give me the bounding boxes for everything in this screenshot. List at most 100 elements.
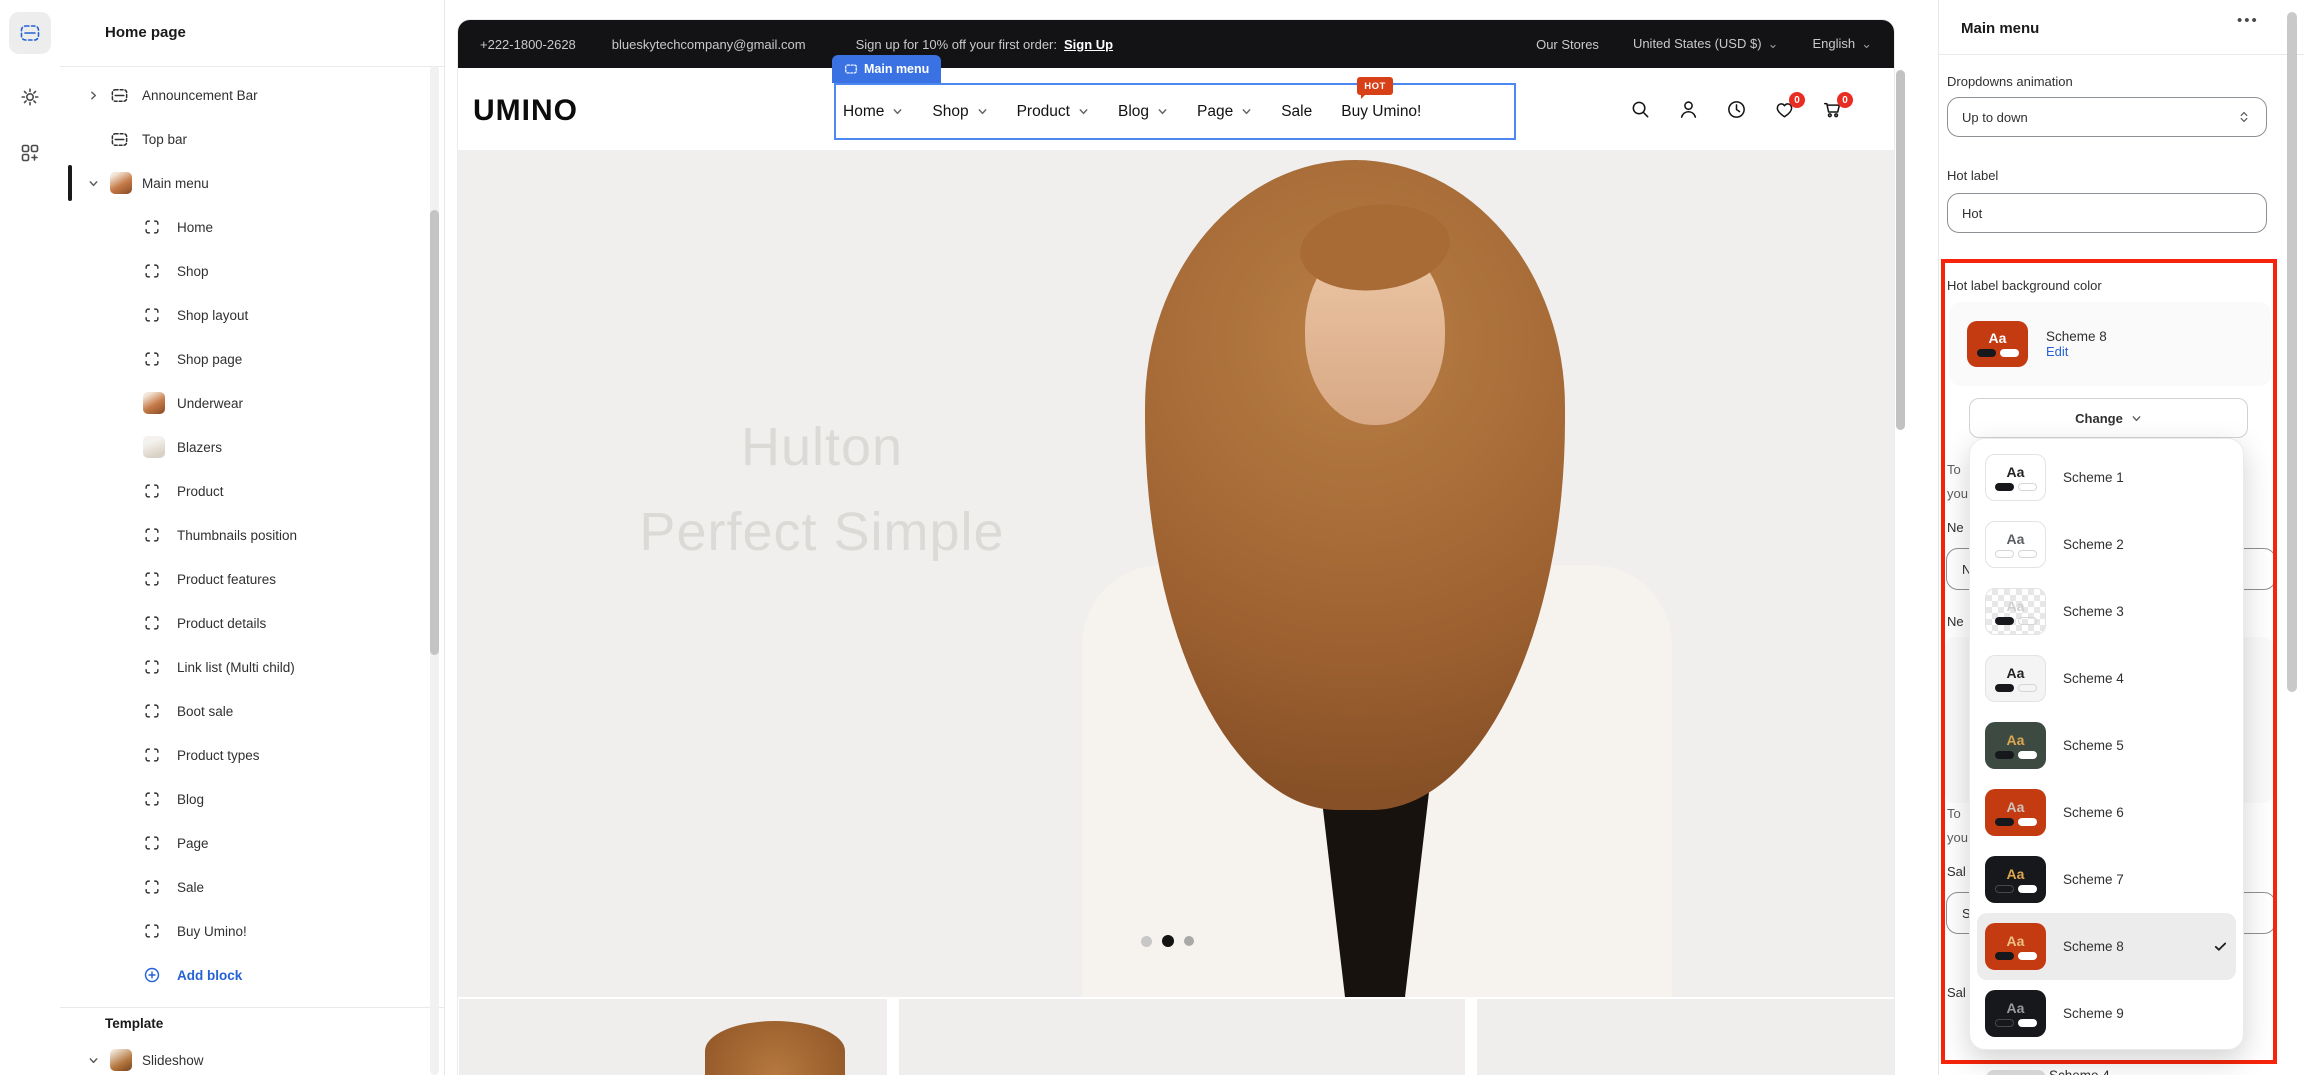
scheme-option-scheme-5[interactable]: AaScheme 5 xyxy=(1977,712,2236,779)
chevron-down-icon xyxy=(977,106,988,117)
chevron-down-icon[interactable] xyxy=(88,178,100,189)
tree-item-shop-page[interactable]: Shop page xyxy=(60,337,430,381)
sections-sidebar: Home page Announcement BarTop barMain me… xyxy=(60,0,445,1075)
divider xyxy=(60,1007,444,1008)
template-tree: Slideshow xyxy=(60,1038,430,1075)
theme-settings-button[interactable] xyxy=(13,80,47,114)
scheme-option-scheme-2[interactable]: AaScheme 2 xyxy=(1977,511,2236,578)
tree-item-label: Shop xyxy=(177,264,209,279)
hot-label-input[interactable]: Hot xyxy=(1947,193,2267,233)
tree-item-sale[interactable]: Sale xyxy=(60,865,430,909)
scheme-option-scheme-3[interactable]: AaScheme 3 xyxy=(1977,578,2236,645)
tree-item-slideshow[interactable]: Slideshow xyxy=(60,1038,430,1075)
preview-scrollbar[interactable] xyxy=(1896,70,1905,430)
panel-scrollbar[interactable] xyxy=(2287,12,2297,692)
next-section-card xyxy=(459,999,887,1075)
next-section-image xyxy=(705,1021,845,1075)
country-selector[interactable]: United States (USD $)⌄ xyxy=(1633,36,1779,52)
scheme-option-scheme-4[interactable]: AaScheme 4 xyxy=(1977,645,2236,712)
signup-link[interactable]: Sign Up xyxy=(1064,37,1113,52)
chevron-down-icon[interactable] xyxy=(88,1055,100,1066)
tree-item-shop-layout[interactable]: Shop layout xyxy=(60,293,430,337)
tree-item-underwear[interactable]: Underwear xyxy=(60,381,430,425)
nav-item-page[interactable]: Page xyxy=(1197,103,1252,121)
tree-item-announcement-bar[interactable]: Announcement Bar xyxy=(60,73,430,117)
scheme-swatch: Aa xyxy=(1985,722,2046,769)
nav-item-home[interactable]: Home xyxy=(843,103,903,121)
store-email[interactable]: blueskytechcompany@gmail.com xyxy=(612,37,806,52)
change-scheme-button[interactable]: Change xyxy=(1969,398,2248,438)
scheme-option-scheme-1[interactable]: AaScheme 1 xyxy=(1977,444,2236,511)
nav-item-label: Sale xyxy=(1281,103,1312,121)
obscured-help: you xyxy=(1947,486,1968,501)
tree-item-link-list-multi-child[interactable]: Link list (Multi child) xyxy=(60,645,430,689)
app-embeds-button[interactable] xyxy=(13,136,47,170)
scheme-option-scheme-6[interactable]: AaScheme 6 xyxy=(1977,779,2236,846)
nav-item-label: Shop xyxy=(932,103,968,121)
settings-panel: Main menu ••• Dropdowns animation Up to … xyxy=(1938,0,2304,1075)
tree-item-label: Shop layout xyxy=(177,308,248,323)
chevron-right-icon[interactable] xyxy=(88,90,100,101)
edit-scheme-link[interactable]: Edit xyxy=(2046,344,2107,359)
slide-dot-3[interactable] xyxy=(1184,936,1194,946)
tree-item-page[interactable]: Page xyxy=(60,821,430,865)
tree-item-product-types[interactable]: Product types xyxy=(60,733,430,777)
store-header-icons: 0 0 xyxy=(1630,99,1843,120)
scheme-swatch: Aa xyxy=(1985,454,2046,501)
scheme-option-label: Scheme 7 xyxy=(2063,872,2228,887)
section-icon xyxy=(110,86,129,105)
nav-item-label: Home xyxy=(843,103,884,121)
scheme-option-scheme-7[interactable]: AaScheme 7 xyxy=(1977,846,2236,913)
nav-item-buy-umino[interactable]: Buy Umino! xyxy=(1341,103,1421,121)
sections-tab-button[interactable] xyxy=(9,12,51,54)
search-icon[interactable] xyxy=(1630,99,1651,120)
nav-item-shop[interactable]: Shop xyxy=(932,103,987,121)
scheme-swatch: Aa xyxy=(1967,321,2028,367)
section-options-button[interactable]: ••• xyxy=(2237,12,2259,29)
tree-item-product-features[interactable]: Product features xyxy=(60,557,430,601)
tree-item-buy-umino[interactable]: Buy Umino! xyxy=(60,909,430,953)
scheme-option-scheme-8[interactable]: AaScheme 8 xyxy=(1977,913,2236,980)
slide-dot-2-active[interactable] xyxy=(1162,935,1174,947)
tree-item-product-details[interactable]: Product details xyxy=(60,601,430,645)
scheme-option-scheme-9[interactable]: AaScheme 9 xyxy=(1977,980,2236,1047)
tree-item-product[interactable]: Product xyxy=(60,469,430,513)
block-icon xyxy=(143,614,161,632)
recently-viewed-icon[interactable] xyxy=(1726,99,1747,120)
cart-icon[interactable]: 0 xyxy=(1822,99,1843,120)
block-icon xyxy=(143,834,161,852)
account-icon[interactable] xyxy=(1678,99,1699,120)
scheme-swatch: Aa xyxy=(1985,588,2046,635)
tree-item-label: Slideshow xyxy=(142,1053,204,1068)
tree-item-boot-sale[interactable]: Boot sale xyxy=(60,689,430,733)
tree-item-label: Home xyxy=(177,220,213,235)
nav-item-product[interactable]: Product xyxy=(1017,103,1089,121)
check-icon xyxy=(2213,939,2228,954)
slide-dot-1[interactable] xyxy=(1141,936,1152,947)
tree-item-shop[interactable]: Shop xyxy=(60,249,430,293)
nav-item-blog[interactable]: Blog xyxy=(1118,103,1168,121)
tree-item-main-menu[interactable]: Main menu xyxy=(60,161,430,205)
nav-item-sale[interactable]: Sale xyxy=(1281,103,1312,121)
chevron-down-icon xyxy=(1078,106,1089,117)
tree-item-blog[interactable]: Blog xyxy=(60,777,430,821)
our-stores-link[interactable]: Our Stores xyxy=(1536,37,1599,52)
chevron-down-icon xyxy=(1157,106,1168,117)
tree-item-thumbnails-position[interactable]: Thumbnails position xyxy=(60,513,430,557)
tree-item-add-block[interactable]: Add block xyxy=(60,953,430,997)
tree-item-home[interactable]: Home xyxy=(60,205,430,249)
store-phone[interactable]: +222-1800-2628 xyxy=(480,37,576,52)
divider xyxy=(60,66,444,67)
scheme-swatch: Aa xyxy=(1985,655,2046,702)
tree-item-top-bar[interactable]: Top bar xyxy=(60,117,430,161)
wishlist-icon[interactable]: 0 xyxy=(1774,99,1795,120)
block-icon xyxy=(143,218,161,236)
scheme-swatch: Aa xyxy=(1985,789,2046,836)
language-selector[interactable]: English⌄ xyxy=(1812,36,1872,52)
block-icon xyxy=(143,350,161,368)
store-logo[interactable]: UMINO xyxy=(473,94,578,128)
dropdowns-animation-select[interactable]: Up to down xyxy=(1947,97,2267,137)
scheme-option-label: Scheme 9 xyxy=(2063,1006,2228,1021)
sidebar-scrollbar[interactable] xyxy=(430,210,439,655)
tree-item-blazers[interactable]: Blazers xyxy=(60,425,430,469)
